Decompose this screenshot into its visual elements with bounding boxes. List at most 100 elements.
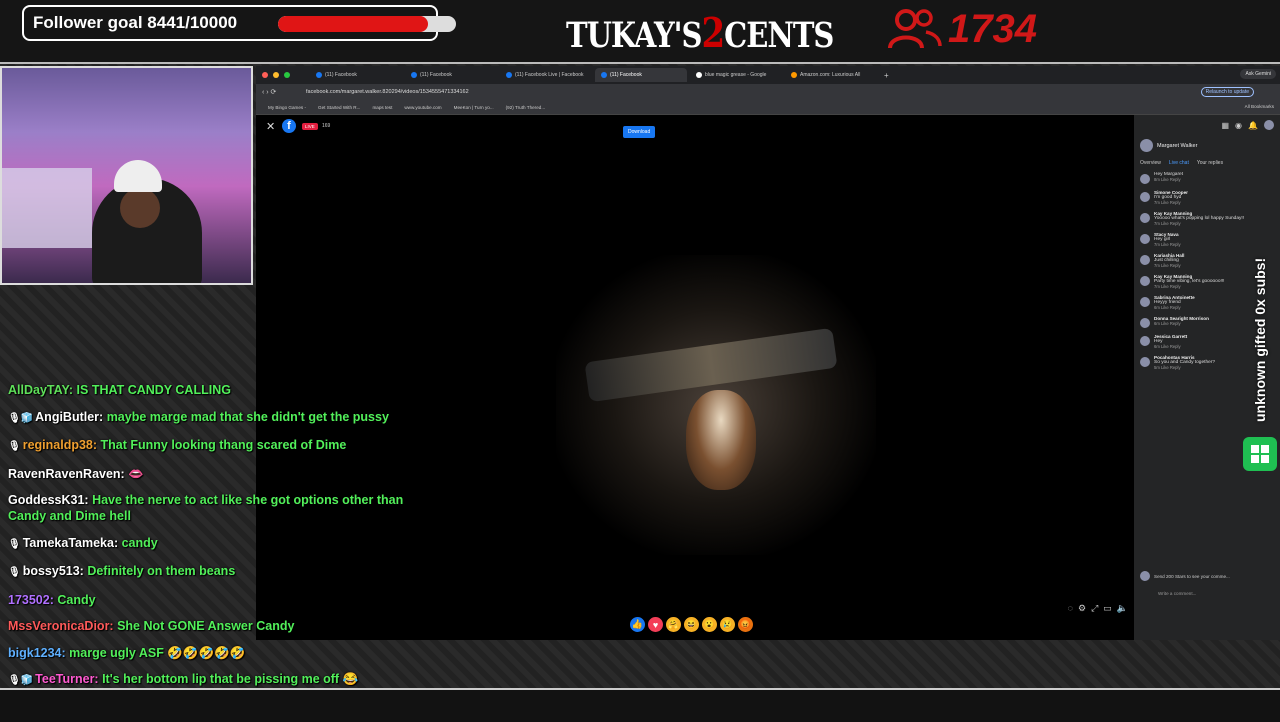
chat-username: TamekaTameka: xyxy=(22,535,122,550)
close-icon[interactable]: ✕ xyxy=(266,120,275,133)
google-icon xyxy=(696,72,702,78)
host-avatar[interactable] xyxy=(1140,139,1153,152)
browser-tab[interactable]: (11) Facebook xyxy=(405,68,497,82)
volume-icon[interactable]: 🔈 xyxy=(1117,603,1128,614)
commenter-avatar[interactable] xyxy=(1140,318,1150,328)
fb-chat-message-body: Kariashia Hall Just chilling 7m Like Reply xyxy=(1154,253,1184,268)
bookmark-item[interactable]: (92) Truth Thered... xyxy=(506,105,546,110)
bookmark-item[interactable]: www.youtube.com xyxy=(404,105,441,110)
bookmark-item[interactable]: Get Started With R... xyxy=(318,105,360,110)
notifications-icon[interactable]: 🔔 xyxy=(1248,121,1258,130)
users-icon xyxy=(888,9,942,49)
comment-meta: 6m Like Reply xyxy=(1154,305,1181,310)
chat-username: MssVeronicaDior: xyxy=(8,619,118,633)
comment-input[interactable]: Write a comment... xyxy=(1158,591,1196,596)
reaction-bar: 👍 ♥ 🤗 😆 😮 😢 😡 xyxy=(630,617,753,632)
chat-text: marge ugly ASF 🤣🤣🤣🤣🤣 xyxy=(69,645,246,660)
commenter-avatar[interactable] xyxy=(1140,357,1150,367)
like-icon[interactable]: 👍 xyxy=(630,617,645,632)
fb-chat-message-body: Stacy Nava Hey girl 7m Like Reply xyxy=(1154,232,1181,247)
send-stars-row[interactable]: Send 200 Stars to see your comme... xyxy=(1140,571,1230,581)
channel-logo: TUKAY'S2CENTS xyxy=(566,10,834,58)
chat-message: GoddessK31: Have the nerve to act like s… xyxy=(8,492,428,524)
chat-message: RavenRavenRaven: 👄 xyxy=(8,466,428,482)
profile-avatar[interactable] xyxy=(1264,120,1274,130)
url-field[interactable]: facebook.com/margaret.walker.820294/vide… xyxy=(306,89,469,95)
gifted-subs-text: unknown gifted 0x subs! xyxy=(1252,257,1268,422)
love-icon[interactable]: ♥ xyxy=(648,617,663,632)
commenter-avatar[interactable] xyxy=(1140,336,1150,346)
browser-tab[interactable]: (11) Facebook Live | Facebook xyxy=(500,68,592,82)
nav-arrows-icon[interactable]: ‹ › ⟳ xyxy=(262,88,276,96)
live-badge: LIVE xyxy=(302,123,318,130)
stream-chat-overlay: AllDayTAY: IS THAT CANDY CALLING 🎙🧊 AngiBu… xyxy=(8,382,428,700)
chat-text: She Not GONE Answer Candy xyxy=(117,619,295,633)
new-tab-button[interactable]: + xyxy=(884,71,889,80)
angry-icon[interactable]: 😡 xyxy=(738,617,753,632)
tab-label: blue magic grease - Google xyxy=(705,72,767,78)
messenger-icon[interactable]: ◉ xyxy=(1235,121,1242,130)
viewer-counter: 1734 xyxy=(886,6,1037,52)
minimize-window-button[interactable] xyxy=(273,72,279,78)
tab-overview[interactable]: Overview xyxy=(1140,160,1161,166)
tab-live-chat[interactable]: Live chat xyxy=(1169,160,1189,166)
pip-icon[interactable]: ▭ xyxy=(1103,603,1112,614)
chat-text: 👄 xyxy=(128,466,144,481)
commenter-avatar[interactable] xyxy=(1140,297,1150,307)
tab-your-replies[interactable]: Your replies xyxy=(1197,160,1223,166)
chat-message: AllDayTAY: IS THAT CANDY CALLING xyxy=(8,382,428,398)
chat-text: maybe marge mad that she didn't get the … xyxy=(106,409,389,424)
gifted-subs-banner: unknown gifted 0x subs! xyxy=(1247,245,1273,427)
commenter-avatar[interactable] xyxy=(1140,174,1150,184)
commenter-avatar[interactable] xyxy=(1140,255,1150,265)
tab-label: Amazon.com: Luxurious All xyxy=(800,72,861,78)
commenter-avatar[interactable] xyxy=(1140,213,1150,223)
bookmark-item[interactable]: MeeKon | Turn yo... xyxy=(454,105,494,110)
maximize-window-button[interactable] xyxy=(284,72,290,78)
bookmark-item[interactable]: maps test xyxy=(372,105,392,110)
comment-meta: 5m Like Reply xyxy=(1154,365,1181,370)
chat-badge-icon: 🎙🧊 xyxy=(8,675,34,686)
facebook-logo-icon[interactable]: f xyxy=(282,119,296,133)
ask-gemini-button[interactable]: Ask Gemini xyxy=(1240,69,1276,79)
relaunch-button[interactable]: Relaunch to update xyxy=(1200,87,1254,97)
browser-tab-active[interactable]: (11) Facebook xyxy=(595,68,687,82)
close-window-button[interactable] xyxy=(262,72,268,78)
facebook-icon xyxy=(506,72,512,78)
host-name[interactable]: Margaret Walker xyxy=(1157,143,1197,149)
bookmark-item[interactable]: My Bingo Games - xyxy=(268,105,306,110)
follower-goal-fill xyxy=(278,16,429,32)
commenter-avatar[interactable] xyxy=(1140,234,1150,244)
fb-chat-message-body: Kay Kay Manning Yooooo what's popping lol… xyxy=(1154,211,1244,226)
all-bookmarks-button[interactable]: All Bookmarks xyxy=(1245,104,1274,109)
chat-message: 🎙🧊 AngiButler: maybe marge mad that she d… xyxy=(8,409,428,427)
fb-top-icons: ▦ ◉ 🔔 xyxy=(1134,115,1280,135)
grid-glyph xyxy=(1251,445,1269,463)
chat-username: AllDayTAY: xyxy=(8,383,77,397)
haha-icon[interactable]: 😆 xyxy=(684,617,699,632)
window-controls xyxy=(262,72,290,78)
chat-username: reginaldp38: xyxy=(22,438,101,452)
browser-tab[interactable]: (11) Facebook xyxy=(310,68,402,82)
chat-username: TeeTurner: xyxy=(35,672,103,686)
menu-grid-icon[interactable]: ▦ xyxy=(1221,121,1229,130)
settings-gear-icon[interactable]: ⚙ xyxy=(1078,603,1086,614)
browser-tab[interactable]: Amazon.com: Luxurious All xyxy=(785,68,877,82)
expand-icon[interactable]: ⤢ xyxy=(1091,603,1098,614)
care-icon[interactable]: 🤗 xyxy=(666,617,681,632)
fb-chat-message-body: Pocahontas Harris So you and Candy togeth… xyxy=(1154,355,1215,370)
captions-icon[interactable]: ◌ xyxy=(1068,603,1073,614)
commenter-avatar[interactable] xyxy=(1140,276,1150,286)
chat-username: AngiButler: xyxy=(35,409,107,424)
commenter-avatar[interactable] xyxy=(1140,192,1150,202)
chat-text: It's her bottom lip that be pissing me o… xyxy=(102,672,359,686)
chat-text: That Funny looking thang scared of Dime xyxy=(100,438,347,452)
address-bar-row: ‹ › ⟳ facebook.com/margaret.walker.82029… xyxy=(256,84,1280,100)
amazon-icon xyxy=(791,72,797,78)
download-button[interactable]: Download xyxy=(623,126,656,138)
browser-tab[interactable]: blue magic grease - Google xyxy=(690,68,782,82)
wow-icon[interactable]: 😮 xyxy=(702,617,717,632)
chat-username: GoddessK31: xyxy=(8,493,93,507)
video-frame-subject xyxy=(686,390,756,490)
sad-icon[interactable]: 😢 xyxy=(720,617,735,632)
